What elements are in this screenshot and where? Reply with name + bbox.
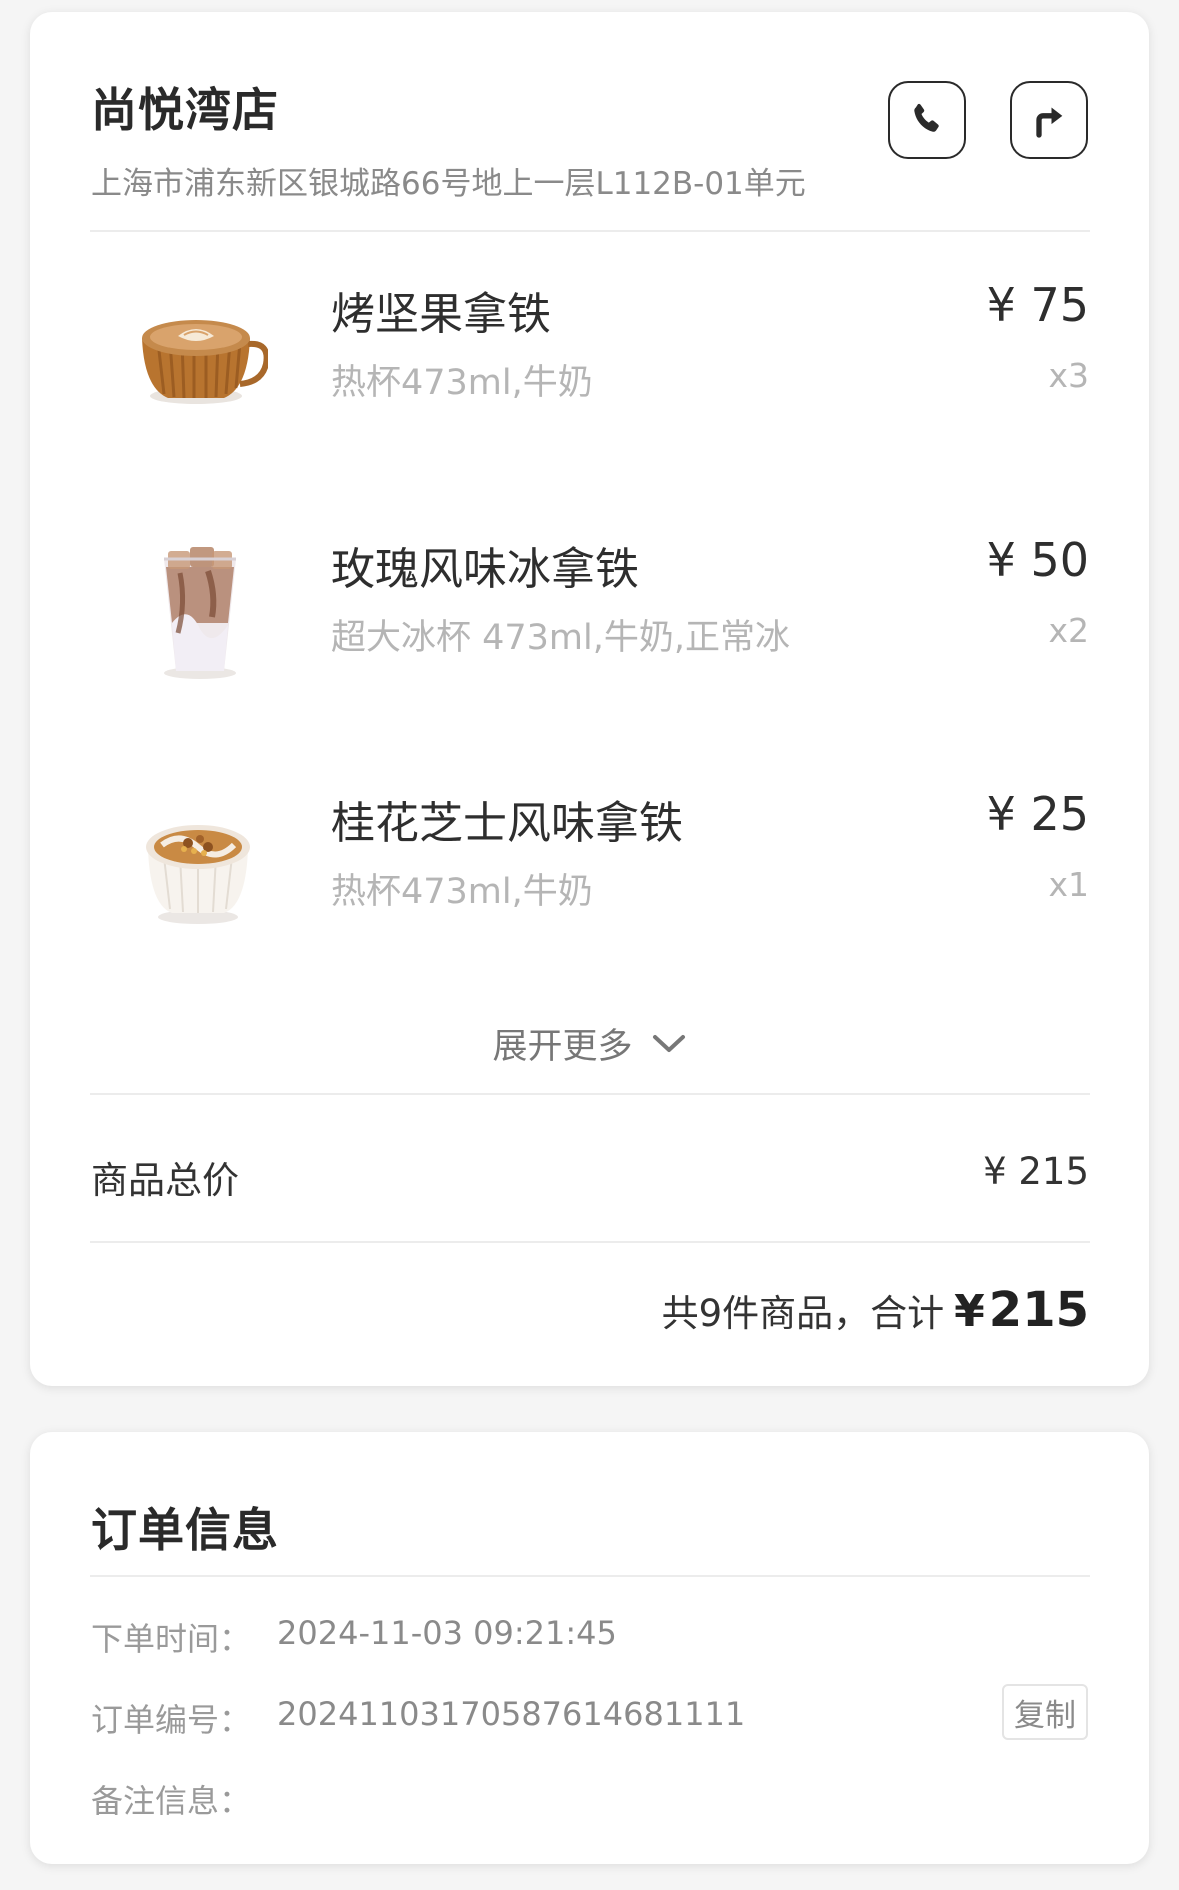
item-name: 桂花芝士风味拿铁: [331, 798, 683, 849]
subtotal-value: ¥ 215: [983, 1150, 1089, 1193]
turn-right-arrow-icon: [1036, 107, 1063, 138]
item-price: ¥ 50: [986, 533, 1089, 587]
iced-latte-image: [164, 547, 236, 679]
order-info-title: 订单信息: [91, 1503, 279, 1557]
item-spec: 热杯473ml,牛奶: [331, 872, 593, 912]
phone-icon: [914, 103, 939, 132]
copy-order-number-button[interactable]: 复制: [1002, 1684, 1088, 1740]
chevron-down-icon: [652, 1034, 685, 1052]
order-item: 桂花芝士风味拿铁 热杯473ml,牛奶 ¥ 25 x1: [30, 767, 1149, 967]
store-name: 尚悦湾店: [91, 83, 279, 137]
total-summary-text: 共9件商品，合计: [661, 1292, 945, 1335]
item-spec: 热杯473ml,牛奶: [331, 363, 593, 403]
item-price: ¥ 25: [986, 787, 1089, 841]
order-item: 玫瑰风味冰拿铁 超大冰杯 473ml,牛奶,正常冰 ¥ 50 x2: [30, 513, 1149, 713]
order-total: 共9件商品，合计 ¥ 215: [662, 1282, 1089, 1338]
store-address: 上海市浦东新区银城路66号地上一层L112B-01单元: [91, 166, 806, 202]
item-name: 烤坚果拿铁: [331, 289, 551, 340]
divider: [90, 1575, 1090, 1577]
divider: [90, 230, 1090, 232]
navigate-button[interactable]: [1010, 81, 1088, 159]
item-name: 玫瑰风味冰拿铁: [331, 544, 639, 595]
order-time-value: 2024-11-03 09:21:45: [277, 1614, 617, 1652]
expand-more-label: 展开更多: [492, 1027, 633, 1067]
item-quantity: x1: [1048, 865, 1089, 904]
item-price: ¥ 75: [986, 278, 1089, 332]
total-amount: 215: [988, 1282, 1089, 1338]
order-item: 烤坚果拿铁 热杯473ml,牛奶 ¥ 75 x3: [30, 258, 1149, 458]
order-note-label: 备注信息：: [91, 1782, 252, 1820]
divider: [90, 1241, 1090, 1243]
call-store-button[interactable]: [888, 81, 966, 159]
order-info-card: 订单信息 下单时间： 2024-11-03 09:21:45 订单编号： 202…: [30, 1432, 1149, 1864]
item-quantity: x2: [1048, 611, 1089, 650]
order-number-value: 20241103170587614681111: [277, 1695, 746, 1733]
item-quantity: x3: [1048, 356, 1089, 395]
latte-cup-image: [142, 320, 268, 404]
order-number-label: 订单编号：: [91, 1701, 252, 1739]
expand-more-button[interactable]: 展开更多: [30, 1018, 1149, 1069]
subtotal-label: 商品总价: [91, 1159, 239, 1202]
store-order-card: 尚悦湾店 上海市浦东新区银城路66号地上一层L112B-01单元 烤坚果拿铁 热…: [30, 12, 1149, 1386]
order-time-label: 下单时间：: [91, 1620, 252, 1658]
item-spec: 超大冰杯 473ml,牛奶,正常冰: [331, 618, 790, 658]
total-currency: ¥: [954, 1286, 985, 1337]
divider: [90, 1093, 1090, 1095]
osmanthus-latte-image: [146, 825, 250, 924]
